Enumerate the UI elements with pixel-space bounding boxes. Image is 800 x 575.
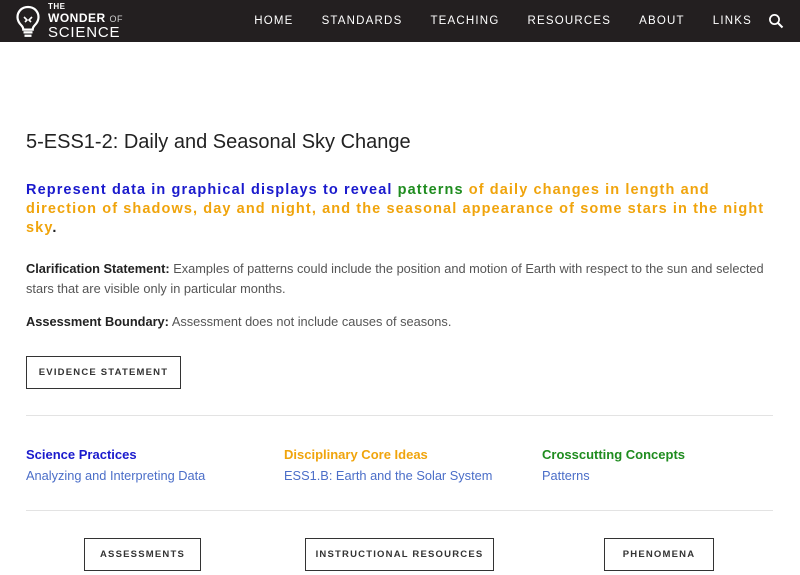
clarification-label: Clarification Statement:	[26, 261, 170, 276]
nav-standards[interactable]: STANDARDS	[322, 15, 403, 27]
nav-teaching[interactable]: TEACHING	[430, 15, 499, 27]
performance-expectation: Represent data in graphical displays to …	[26, 181, 766, 238]
science-practices-heading: Science Practices	[26, 447, 137, 462]
phenomena-button[interactable]: PHENOMENA	[604, 538, 714, 571]
pe-crosscutting-text: patterns	[397, 182, 464, 198]
clarification-statement: Clarification Statement: Examples of pat…	[26, 259, 771, 298]
crosscutting-heading: Crosscutting Concepts	[542, 447, 686, 462]
nav-home[interactable]: HOME	[254, 15, 293, 27]
crosscutting-link[interactable]: Patterns	[542, 467, 685, 484]
nav-links[interactable]: LINKS	[713, 15, 752, 27]
logo-line-science: SCIENCE	[48, 23, 121, 41]
logo-line-wonder: WONDER OF	[48, 12, 123, 24]
pe-period: .	[52, 220, 58, 236]
logo-word-of: OF	[109, 13, 124, 24]
evidence-statement-button[interactable]: EVIDENCE STATEMENT	[26, 356, 181, 389]
logo-line-the: THE	[48, 1, 66, 11]
core-ideas-link[interactable]: ESS1.B: Earth and the Solar System	[284, 467, 492, 484]
instructional-resources-button[interactable]: INSTRUCTIONAL RESOURCES	[305, 538, 494, 571]
boundary-text: Assessment does not include causes of se…	[171, 314, 452, 329]
logo-word-wonder: WONDER	[48, 10, 106, 25]
nav-about[interactable]: ABOUT	[639, 15, 685, 27]
assessment-boundary: Assessment Boundary: Assessment does not…	[26, 312, 771, 332]
nav-resources[interactable]: RESOURCES	[527, 15, 611, 27]
top-navbar: THE WONDER OF SCIENCE HOME STANDARDS TEA…	[0, 0, 800, 42]
core-ideas-column: Disciplinary Core Ideas ESS1.B: Earth an…	[284, 446, 492, 484]
lightbulb-icon	[16, 5, 40, 37]
search-icon[interactable]	[768, 13, 784, 29]
science-practices-column: Science Practices Analyzing and Interpre…	[26, 446, 205, 484]
page-title: 5-ESS1-2: Daily and Seasonal Sky Change	[26, 131, 411, 153]
divider-bottom	[26, 510, 773, 511]
science-practices-link[interactable]: Analyzing and Interpreting Data	[26, 467, 205, 484]
site-logo[interactable]: THE WONDER OF SCIENCE	[14, 1, 123, 41]
pe-practice-text: Represent data in graphical displays to …	[26, 182, 393, 198]
divider-top	[26, 415, 773, 416]
core-ideas-heading: Disciplinary Core Ideas	[284, 447, 428, 462]
assessments-button[interactable]: ASSESSMENTS	[84, 538, 201, 571]
crosscutting-column: Crosscutting Concepts Patterns	[542, 446, 685, 484]
main-nav: HOME STANDARDS TEACHING RESOURCES ABOUT …	[226, 0, 752, 42]
boundary-label: Assessment Boundary:	[26, 314, 169, 329]
logo-wordmark: THE WONDER OF SCIENCE	[48, 1, 123, 41]
